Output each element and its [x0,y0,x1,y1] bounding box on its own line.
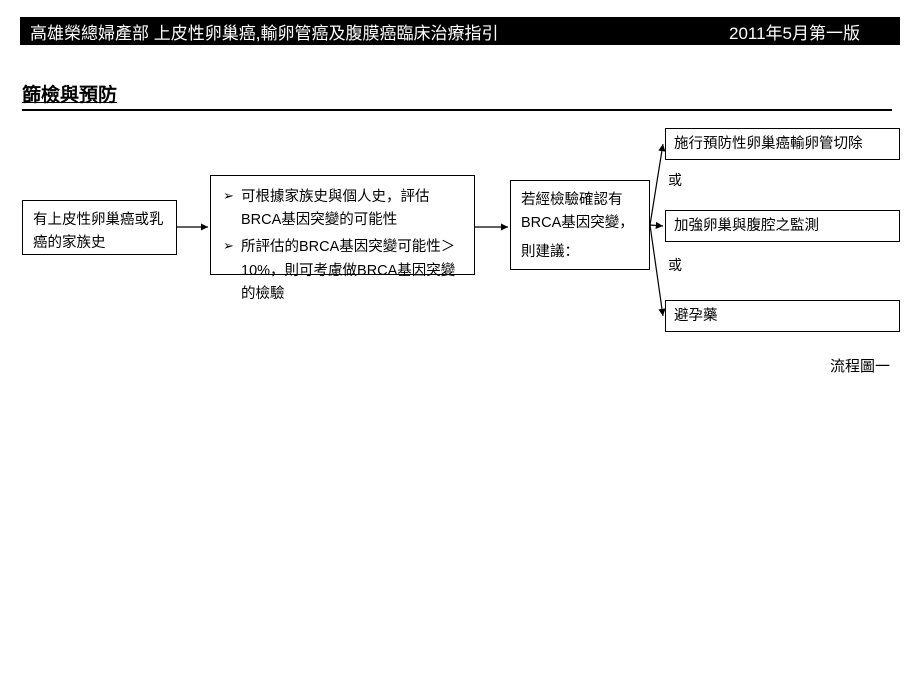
bullet-assess-possibility: 可根據家族史與個人史，評估BRCA基因突變的可能性 [223,186,462,232]
optA-text: 施行預防性卵巢癌輸卵管切除 [674,136,863,152]
bullet1-text: 可根據家族史與個人史，評估BRCA基因突變的可能性 [241,189,430,228]
node-option-oophorectomy: 施行預防性卵巢癌輸卵管切除 [665,128,900,160]
box3-line2: BRCA基因突變， [521,212,639,235]
box3-line1: 若經檢驗確認有 [521,189,639,212]
header-left: 高雄榮總婦產部 上皮性卵巢癌,輸卵管癌及腹膜癌臨床治療指引 [30,19,729,44]
section-heading: 篩檢與預防 [22,80,892,111]
or-label-1: 或 [668,170,682,190]
optC-text: 避孕藥 [674,308,718,324]
bullet-ten-percent: 所評估的BRCA基因突變可能性＞10%，則可考慮做BRCA基因突變的檢驗 [223,236,462,306]
flowchart-area: 有上皮性卵巢癌或乳癌的家族史 可根據家族史與個人史，評估BRCA基因突變的可能性… [0,110,920,690]
section-heading-text: 篩檢與預防 [22,85,117,106]
node-option-monitoring: 加強卵巢與腹腔之監測 [665,210,900,242]
node-brca-confirmed: 若經檢驗確認有 BRCA基因突變， 則建議： [510,180,650,270]
node-family-history-text: 有上皮性卵巢癌或乳癌的家族史 [33,212,164,251]
node-brca-assessment: 可根據家族史與個人史，評估BRCA基因突變的可能性 所評估的BRCA基因突變可能… [210,175,475,275]
bullet2-text: 所評估的BRCA基因突變可能性＞10%，則可考慮做BRCA基因突變的檢驗 [241,239,455,301]
node-family-history: 有上皮性卵巢癌或乳癌的家族史 [22,200,177,255]
node-option-contraceptive: 避孕藥 [665,300,900,332]
box3-line3: 則建議： [521,241,639,264]
header-right: 2011年5月第一版 [729,19,860,44]
figure-caption: 流程圖一 [830,355,890,376]
optB-text: 加強卵巢與腹腔之監測 [674,218,819,234]
or-label-2: 或 [668,255,682,275]
title-bar: 高雄榮總婦產部 上皮性卵巢癌,輸卵管癌及腹膜癌臨床治療指引 2011年5月第一版 [20,17,900,45]
